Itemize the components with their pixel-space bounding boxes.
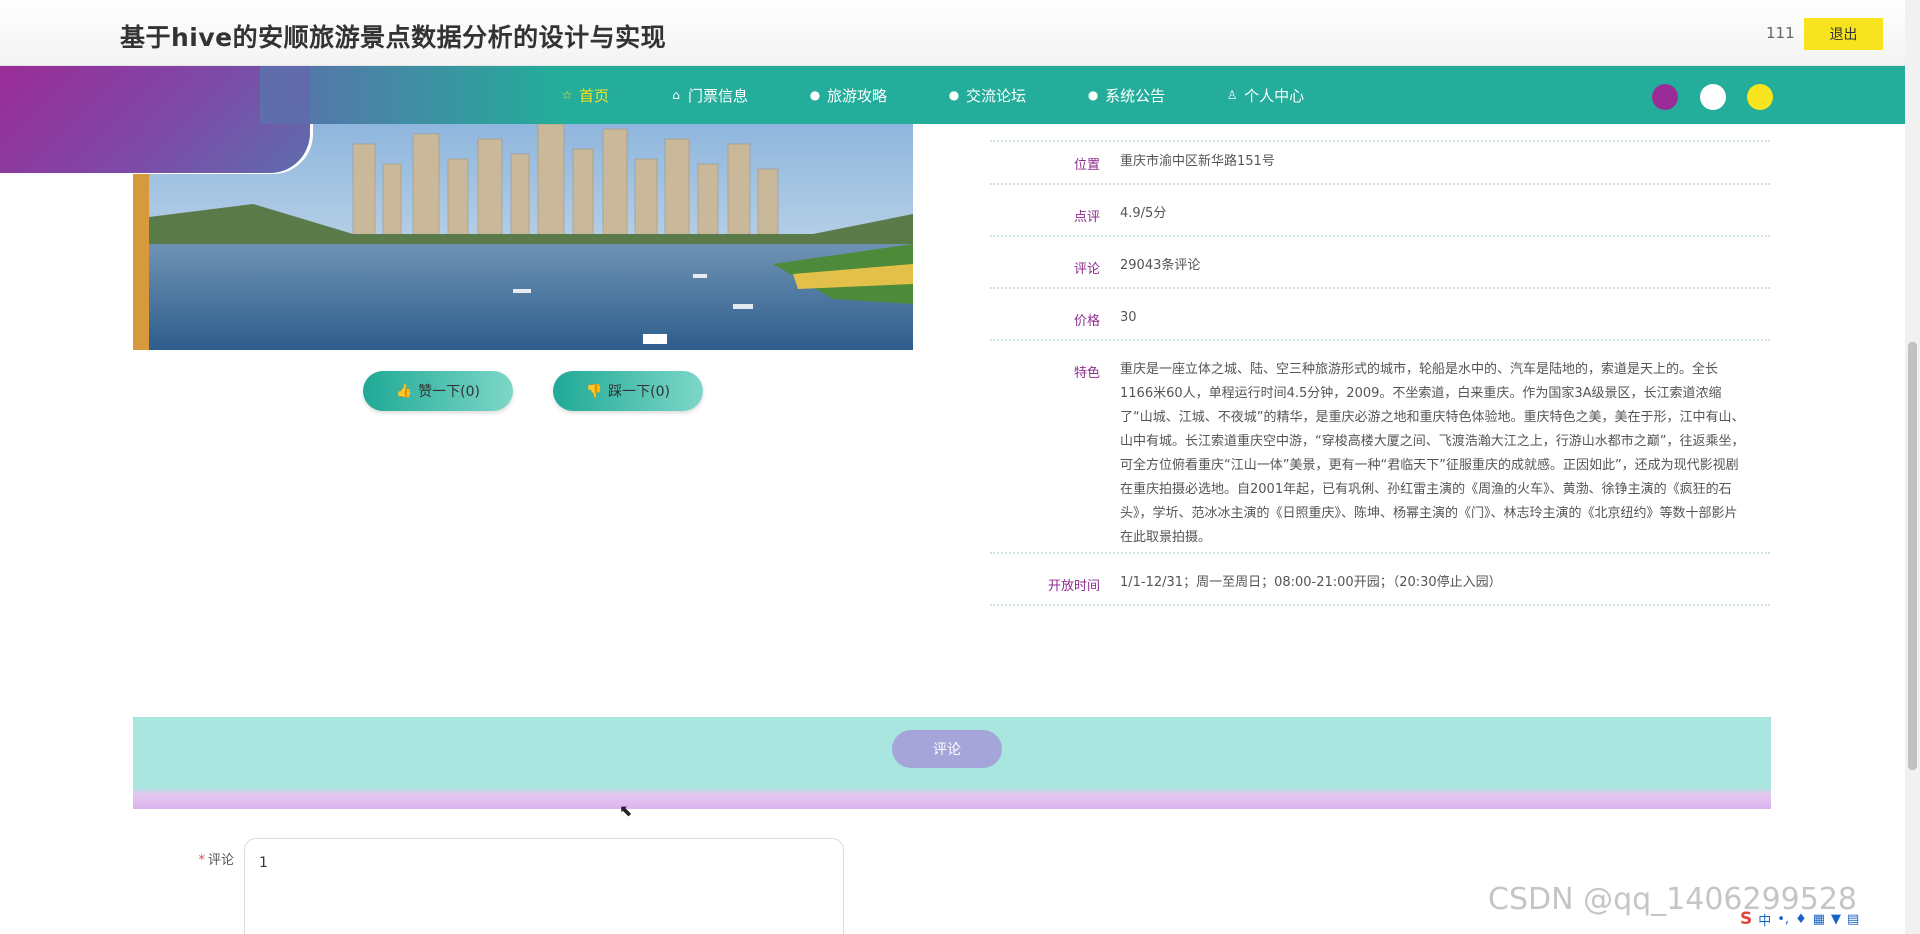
star-icon: ☆ (561, 88, 573, 102)
info-icon: ● (1087, 88, 1099, 102)
info-icon: ● (809, 88, 821, 102)
nav-decoration-fade (260, 66, 560, 124)
comment-tab[interactable]: 评论 (892, 730, 1002, 768)
nav-item-forum[interactable]: ● 交流论坛 (947, 85, 1026, 106)
detail-label: 点评 (1073, 210, 1100, 225)
carousel-indicator[interactable] (643, 334, 667, 344)
ime-toolbar: S 中 •, ♦ ▦ ▼ ▤ (1740, 908, 1859, 930)
sogou-logo-icon: S (1740, 909, 1753, 929)
detail-label: 开放时间 (1047, 579, 1100, 594)
grid-icon[interactable]: ▤ (1847, 912, 1859, 927)
detail-label: 特色 (1073, 366, 1100, 381)
shirt-icon[interactable]: ▼ (1831, 912, 1841, 927)
thumbs-up-icon: 👍 (395, 383, 413, 399)
detail-row-opening-hours: 开放时间 1/1-12/31；周一至周日；08:00-21:00开园；（20:3… (990, 565, 1770, 606)
app-root: 基于hive的安顺旅游景点数据分析的设计与实现 111 退出 ☆ 首页 ⌂ 门票… (0, 0, 1920, 934)
detail-label: 位置 (1073, 158, 1100, 173)
theme-purple-button[interactable] (1652, 84, 1678, 110)
home-icon: ⌂ (672, 88, 680, 102)
like-button[interactable]: 👍 赞一下(0) (363, 371, 513, 411)
dislike-label: 踩一下(0) (608, 384, 671, 400)
comment-textarea[interactable]: 1 (244, 838, 844, 934)
dislike-button[interactable]: 👎 踩一下(0) (553, 371, 703, 411)
nav-item-profile[interactable]: ♙ 个人中心 (1225, 85, 1304, 106)
nav-item-label: 门票信息 (688, 86, 749, 105)
detail-value: 30 (1120, 310, 1137, 325)
punctuation-icon[interactable]: •, (1777, 912, 1789, 927)
keyboard-icon[interactable]: ▦ (1813, 912, 1825, 927)
detail-row-reviews: 评论 29043条评论 (990, 248, 1770, 289)
detail-value: 重庆市渝中区新华路151号 (1120, 154, 1275, 169)
help-icon: ● (948, 88, 960, 102)
detail-row-price: 价格 30 (990, 300, 1770, 341)
site-title: 基于hive的安顺旅游景点数据分析的设计与实现 (120, 23, 667, 52)
nav-item-label: 旅游攻略 (827, 86, 888, 105)
nav-item-label: 交流论坛 (966, 86, 1027, 105)
detail-row-location: 位置 重庆市渝中区新华路151号 (990, 144, 1770, 185)
nav-item-label: 首页 (579, 86, 610, 105)
like-label: 赞一下(0) (418, 384, 481, 400)
detail-label: 价格 (1073, 314, 1100, 329)
required-mark: * (198, 853, 205, 868)
detail-row-features: 特色 重庆是一座立体之城、陆、空三种旅游形式的城市，轮船是水中的、汽车是陆地的，… (990, 352, 1770, 554)
detail-row-rating: 点评 4.9/5分 (990, 196, 1770, 237)
comment-field-label: * 评论 (180, 849, 234, 868)
user-icon: ♙ (1226, 88, 1238, 102)
theme-white-button[interactable] (1700, 84, 1726, 110)
microphone-icon[interactable]: ♦ (1795, 912, 1807, 927)
nav-menu: ☆ 首页 ⌂ 门票信息 ● 旅游攻略 ● 交流论坛 ● 系统公告 ♙ 个人中心 (560, 66, 1364, 124)
thumbs-down-icon: 👎 (585, 383, 603, 399)
detail-label: 评论 (1073, 262, 1100, 277)
detail-row-divider (990, 124, 1770, 142)
nav-item-label: 个人中心 (1244, 86, 1305, 105)
comment-field-label-text: 评论 (207, 853, 234, 868)
detail-value: 重庆是一座立体之城、陆、空三种旅游形式的城市，轮船是水中的、汽车是陆地的，索道是… (1120, 362, 1745, 545)
nav-item-home[interactable]: ☆ 首页 (560, 85, 609, 106)
detail-value: 4.9/5分 (1120, 206, 1167, 221)
page-scrollbar[interactable] (1905, 0, 1920, 934)
logout-button[interactable]: 退出 (1804, 18, 1883, 50)
mouse-cursor-icon: ⬉ (619, 801, 633, 820)
nav-item-announcements[interactable]: ● 系统公告 (1086, 85, 1165, 106)
nav-item-label: 系统公告 (1105, 86, 1166, 105)
scrollbar-thumb[interactable] (1908, 342, 1917, 770)
ime-language-label[interactable]: 中 (1758, 910, 1771, 929)
detail-value: 1/1-12/31；周一至周日；08:00-21:00开园；（20:30停止入园… (1120, 575, 1502, 590)
detail-value: 29043条评论 (1120, 258, 1201, 273)
top-header: 基于hive的安顺旅游景点数据分析的设计与实现 111 退出 (0, 0, 1905, 66)
nav-item-guides[interactable]: ● 旅游攻略 (808, 85, 887, 106)
username-label[interactable]: 111 (1766, 24, 1795, 42)
theme-yellow-button[interactable] (1747, 84, 1773, 110)
nav-item-tickets[interactable]: ⌂ 门票信息 (669, 85, 748, 106)
